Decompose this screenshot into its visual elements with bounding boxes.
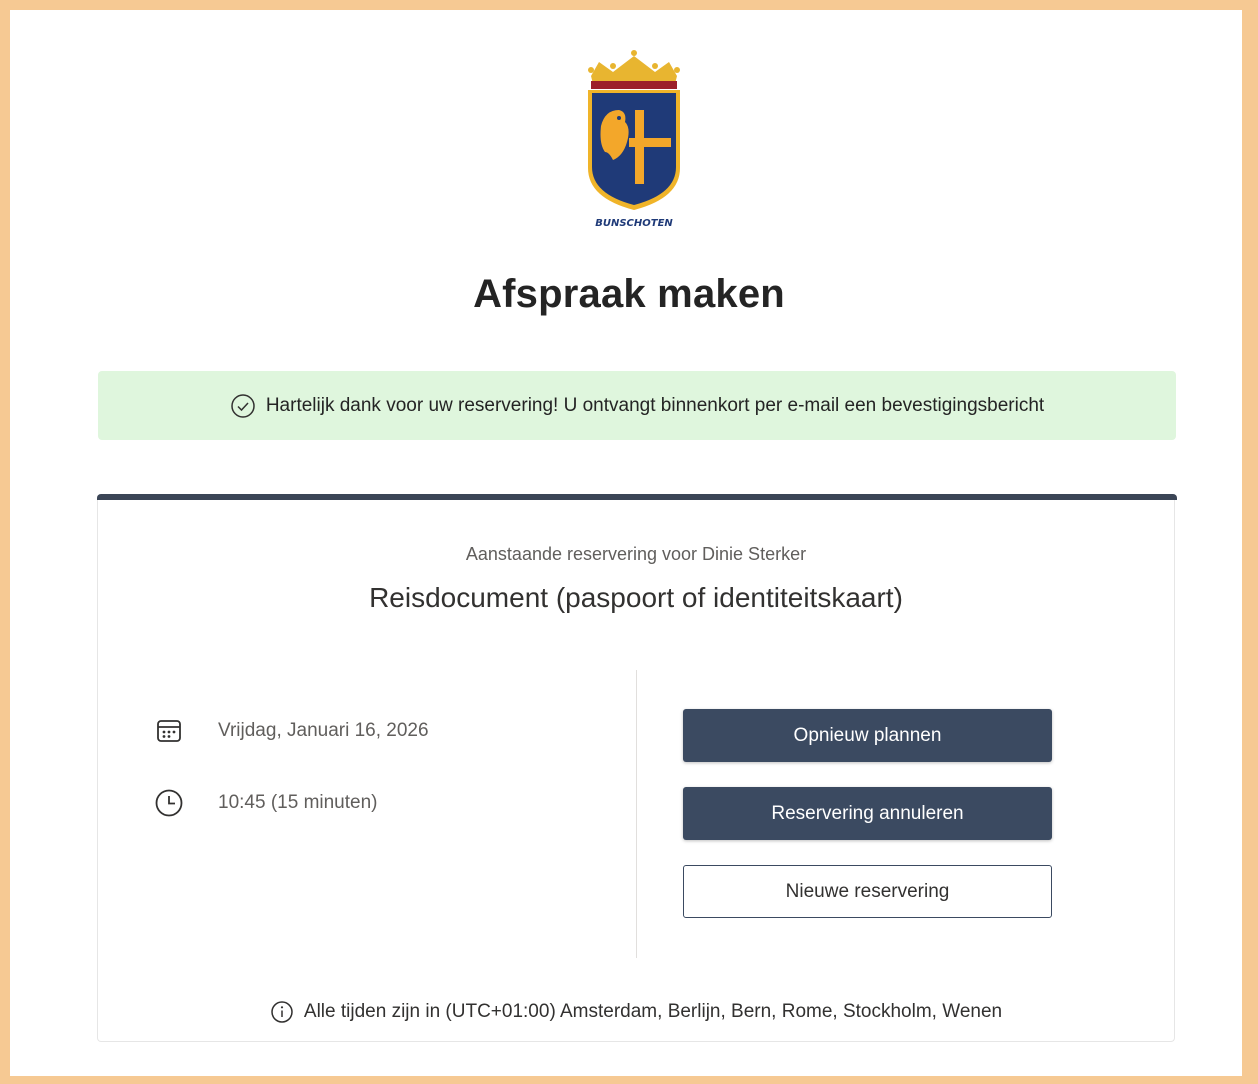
- reschedule-button[interactable]: Opnieuw plannen: [683, 709, 1052, 762]
- calendar-icon: [154, 716, 184, 746]
- date-row: Vrijdag, Januari 16, 2026: [154, 716, 429, 746]
- timezone-note: Alle tijden zijn in (UTC+01:00) Amsterda…: [98, 1000, 1174, 1024]
- crown-icon: [588, 50, 680, 89]
- page-title: Afspraak maken: [473, 272, 785, 316]
- new-reservation-button[interactable]: Nieuwe reservering: [683, 865, 1052, 918]
- success-message: Hartelijk dank voor uw reservering! U on…: [265, 394, 1045, 416]
- booking-card: Aanstaande reservering voor Dinie Sterke…: [97, 494, 1177, 1042]
- success-banner: Hartelijk dank voor uw reservering! U on…: [98, 371, 1176, 440]
- bunschoten-logo: BUNSCHOTEN: [588, 50, 680, 229]
- clock-icon: [154, 788, 184, 818]
- svg-text:BUNSCHOTEN: BUNSCHOTEN: [595, 218, 673, 229]
- booking-time: 10:45 (15 minuten): [218, 792, 378, 813]
- info-icon: [271, 1001, 293, 1023]
- booking-subtitle: Aanstaande reservering voor Dinie Sterke…: [465, 544, 807, 564]
- booking-date: Vrijdag, Januari 16, 2026: [218, 720, 429, 741]
- timezone-text: Alle tijden zijn in (UTC+01:00) Amsterda…: [303, 1001, 1003, 1022]
- card-accent-bar: [97, 494, 1177, 500]
- check-circle-icon: [231, 393, 255, 418]
- time-row: 10:45 (15 minuten): [154, 788, 378, 818]
- cancel-reservation-button[interactable]: Reservering annuleren: [683, 787, 1052, 840]
- service-name: Reisdocument (paspoort of identiteitskaa…: [369, 582, 903, 613]
- column-divider: [636, 670, 637, 958]
